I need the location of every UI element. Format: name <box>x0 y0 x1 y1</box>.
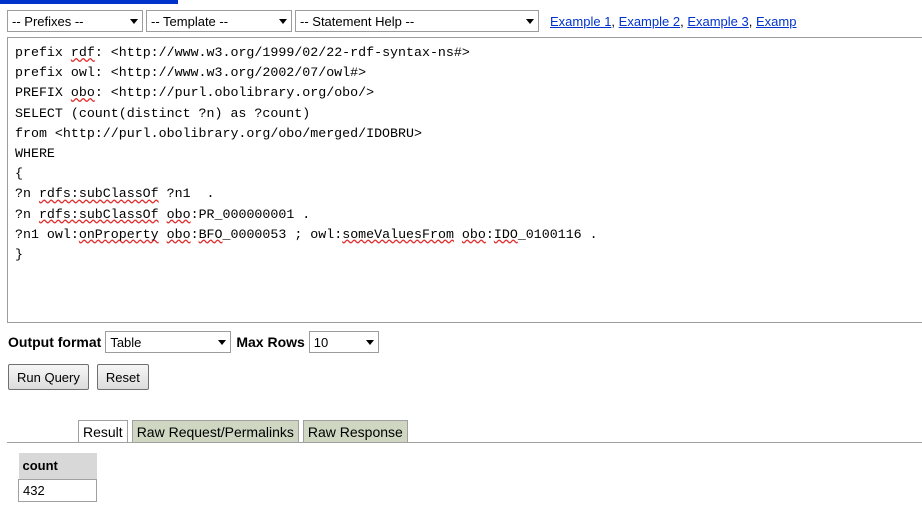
query-line: prefix rdf: <http://www.w3.org/1999/02/2… <box>15 45 470 60</box>
statement-help-select[interactable]: -- Statement Help -- <box>295 10 539 32</box>
column-header-count: count <box>18 453 97 479</box>
tab-result[interactable]: Result <box>78 420 128 442</box>
prefixes-select-label: -- Prefixes -- <box>12 13 84 29</box>
result-tabs: Result Raw Request/Permalinks Raw Respon… <box>78 420 412 442</box>
example-separator: , <box>611 13 619 29</box>
query-text: prefix rdf: <http://www.w3.org/1999/02/2… <box>8 38 922 265</box>
query-line: PREFIX obo: <http://purl.obolibrary.org/… <box>15 85 375 101</box>
output-format-value: Table <box>110 334 142 350</box>
chevron-down-icon <box>126 11 142 31</box>
query-line: ?n rdfs:subClassOf obo:PR_000000001 . <box>15 206 311 222</box>
table-header-row: count <box>18 453 97 479</box>
template-select-label: -- Template -- <box>151 13 229 29</box>
statement-help-select-label: -- Statement Help -- <box>300 13 415 29</box>
query-line: { <box>15 166 23 182</box>
example-3-link[interactable]: Example 3 <box>687 14 748 29</box>
output-format-label: Output format <box>8 334 102 350</box>
reset-button[interactable]: Reset <box>96 364 149 390</box>
template-select[interactable]: -- Template -- <box>146 10 292 32</box>
query-line: prefix owl: <http://www.w3.org/2002/07/o… <box>15 65 367 81</box>
table-row: 432 <box>18 478 97 502</box>
output-options: Output format Table Max Rows 10 <box>8 331 382 353</box>
query-line: WHERE <box>15 146 55 162</box>
top-accent-bar <box>0 0 178 4</box>
tab-raw-response[interactable]: Raw Response <box>302 420 408 442</box>
chevron-down-icon <box>522 11 538 31</box>
result-panel: count 432 <box>7 443 922 514</box>
query-editor[interactable]: prefix rdf: <http://www.w3.org/1999/02/2… <box>7 37 922 323</box>
prefixes-select[interactable]: -- Prefixes -- <box>7 10 143 32</box>
tab-raw-request[interactable]: Raw Request/Permalinks <box>131 420 299 442</box>
action-buttons: Run Query Reset <box>8 364 157 390</box>
max-rows-label: Max Rows <box>236 334 305 350</box>
result-table: count 432 <box>18 453 97 502</box>
max-rows-select[interactable]: 10 <box>308 331 379 353</box>
query-line: } <box>15 247 23 263</box>
query-line: SELECT (count(distinct ?n) as ?count) <box>15 105 311 121</box>
example-2-link[interactable]: Example 2 <box>619 14 680 29</box>
max-rows-value: 10 <box>313 334 329 350</box>
chevron-down-icon <box>275 11 291 31</box>
chevron-down-icon <box>214 332 230 352</box>
example-1-link[interactable]: Example 1 <box>550 14 611 29</box>
example-4-link[interactable]: Examp <box>756 14 796 29</box>
example-separator: , <box>748 13 756 29</box>
query-toolbar: -- Prefixes -- -- Template -- -- Stateme… <box>7 10 796 32</box>
run-query-button[interactable]: Run Query <box>8 364 89 390</box>
table-cell-count: 432 <box>18 478 97 502</box>
example-links: Example 1, Example 2, Example 3, Examp <box>550 14 796 29</box>
query-line: from <http://purl.obolibrary.org/obo/mer… <box>15 125 422 141</box>
output-format-select[interactable]: Table <box>105 331 232 353</box>
query-line: ?n rdfs:subClassOf ?n1 . <box>15 186 215 202</box>
query-line: ?n1 owl:onProperty obo:BFO_0000053 ; owl… <box>15 226 598 242</box>
chevron-down-icon <box>362 332 378 352</box>
